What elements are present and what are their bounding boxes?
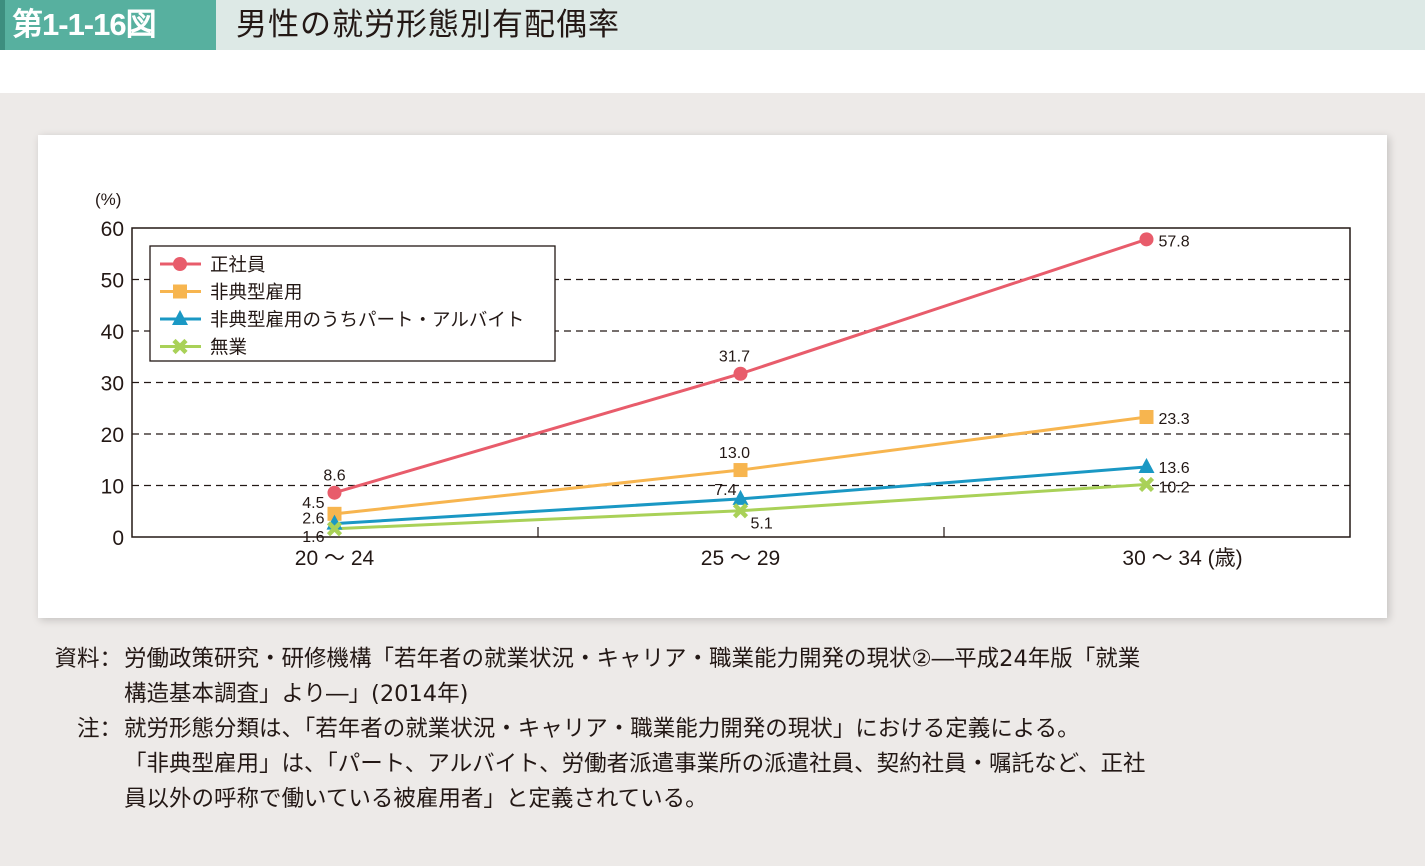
- legend-label: 無業: [210, 337, 247, 358]
- data-label: 10.2: [1159, 479, 1190, 496]
- legend-label: 正社員: [210, 254, 266, 275]
- y-axis-label: (%): [95, 190, 121, 209]
- source-line: 労働政策研究・研修機構「若年者の就業状況・キャリア・職業能力開発の現状②―平成2…: [124, 646, 1141, 672]
- y-tick-label: 10: [101, 476, 124, 499]
- definition-note: 注： 就労形態分類は、「若年者の就業状況・キャリア・職業能力開発の現状」における…: [40, 712, 1400, 817]
- note-label: 注：: [76, 716, 122, 742]
- data-point-circle: [1139, 232, 1154, 247]
- data-label: 1.6: [302, 529, 324, 546]
- legend-marker-square: [173, 284, 187, 299]
- legend-marker-circle: [173, 257, 187, 271]
- data-point-square: [733, 463, 748, 478]
- data-label: 5.1: [751, 516, 773, 533]
- data-point-square: [1139, 410, 1154, 425]
- x-tick-label: 20 ～ 24: [295, 547, 375, 570]
- legend-label: 非典型雇用: [210, 282, 303, 303]
- data-label: 8.6: [323, 468, 345, 485]
- data-point-triangle: [1138, 457, 1155, 473]
- source-line: 構造基本調査」より―」(2014年): [124, 681, 469, 707]
- x-tick-label: 30 ～ 34 (歳): [1122, 547, 1242, 570]
- note-line: 員以外の呼称で働いている被雇用者」と定義されている。: [124, 786, 708, 812]
- y-tick-label: 60: [101, 218, 124, 241]
- data-point-circle: [327, 485, 342, 500]
- source-label: 資料：: [54, 646, 122, 672]
- data-label: 31.7: [719, 349, 750, 366]
- data-label: 7.4: [714, 482, 736, 499]
- figure-notes: 資料： 労働政策研究・研修機構「若年者の就業状況・キャリア・職業能力開発の現状②…: [40, 642, 1400, 817]
- legend-label: 非典型雇用のうちパート・アルバイト: [210, 309, 524, 330]
- note-line: 「非典型雇用」は、「パート、アルバイト、労働者派遣事業所の派遣社員、契約社員・嘱…: [124, 751, 1146, 777]
- data-label: 13.0: [719, 445, 750, 462]
- y-tick-label: 50: [101, 270, 124, 293]
- y-tick-label: 40: [101, 321, 124, 344]
- data-label: 4.5: [302, 495, 324, 512]
- data-label: 57.8: [1159, 233, 1190, 250]
- note-line: 就労形態分類は、「若年者の就業状況・キャリア・職業能力開発の現状」における定義に…: [124, 716, 1080, 742]
- data-label: 2.6: [302, 511, 324, 528]
- y-tick-label: 20: [101, 424, 124, 447]
- x-tick-label: 25 ～ 29: [701, 547, 780, 570]
- data-label: 23.3: [1159, 411, 1190, 428]
- source-note: 資料： 労働政策研究・研修機構「若年者の就業状況・キャリア・職業能力開発の現状②…: [40, 642, 1400, 712]
- y-tick-label: 0: [112, 527, 124, 550]
- y-tick-label: 30: [101, 373, 124, 396]
- data-label: 13.6: [1159, 460, 1190, 477]
- data-point-circle: [733, 366, 748, 381]
